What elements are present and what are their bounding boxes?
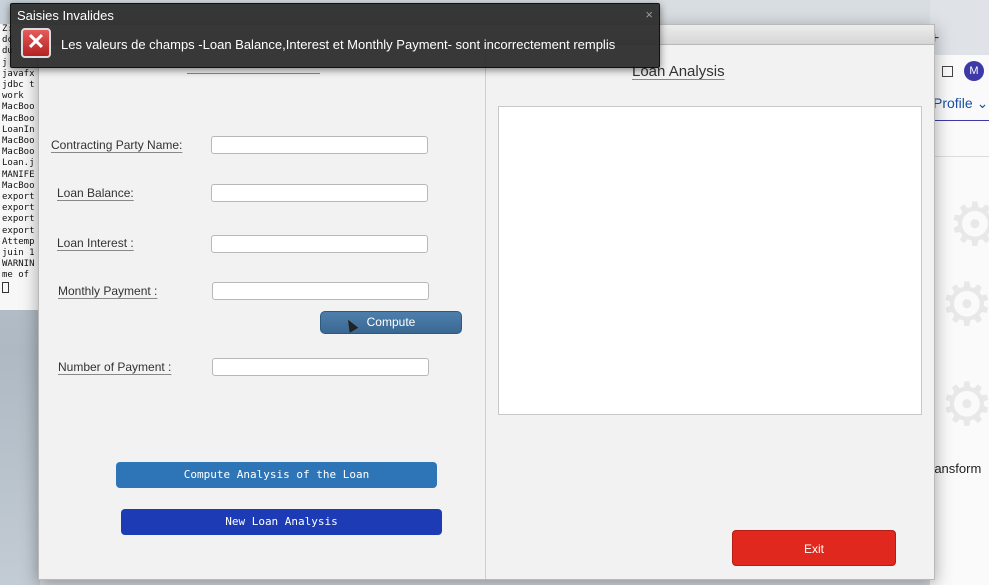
divider <box>930 156 989 157</box>
sidebar-toggle-icon[interactable] <box>942 66 953 77</box>
profile-menu[interactable]: Profile ⌄ <box>933 95 988 112</box>
gear-icon: ⚙ <box>940 371 989 438</box>
pane-divider <box>485 45 486 579</box>
compute-analysis-button[interactable]: Compute Analysis of the Loan <box>116 462 437 488</box>
analysis-output-area[interactable] <box>498 106 922 415</box>
loan-app-window: Contracting Party Name: Loan Balance: Lo… <box>38 24 935 580</box>
terminal-line: juin 1 <box>2 248 35 259</box>
terminal-line: export <box>2 225 35 236</box>
terminal-line: WARNIN <box>2 259 35 270</box>
terminal-line: javafx <box>2 68 35 79</box>
monthly-payment-input[interactable] <box>212 282 429 300</box>
terminal-line: export <box>2 192 35 203</box>
loan-interest-input[interactable] <box>211 235 428 253</box>
terminal-line: Attemp <box>2 236 35 247</box>
notification-message: Les valeurs de champs -Loan Balance,Inte… <box>61 37 616 52</box>
contracting-party-input[interactable] <box>211 136 428 154</box>
monthly-payment-label: Monthly Payment : <box>58 284 158 298</box>
chevron-down-icon: ⌄ <box>976 95 989 111</box>
avatar[interactable]: M <box>964 61 984 81</box>
terminal-line: me of <box>2 270 30 281</box>
contracting-party-label: Contracting Party Name: <box>51 138 183 152</box>
exit-button[interactable]: Exit <box>732 530 896 566</box>
loan-balance-label: Loan Balance: <box>57 186 134 200</box>
compute-button[interactable]: Compute <box>320 311 462 334</box>
error-icon: ✕ <box>21 28 51 58</box>
new-loan-analysis-button[interactable]: New Loan Analysis <box>121 509 442 535</box>
terminal-cursor <box>2 281 9 293</box>
terminal-line: export <box>2 203 35 214</box>
loan-balance-input[interactable] <box>211 184 428 202</box>
terminal-line: MacBoo <box>2 136 35 147</box>
number-of-payment-label: Number of Payment : <box>58 360 172 374</box>
divider <box>930 120 989 121</box>
error-notification: Saisies Invalides × ✕ Les valeurs de cha… <box>10 3 660 68</box>
terminal-line: MacBoo <box>2 102 35 113</box>
terminal-line: Loan.j <box>2 158 35 169</box>
terminal-line: MacBoo <box>2 180 35 191</box>
number-of-payment-input[interactable] <box>212 358 429 376</box>
terminal-line: jdbc t <box>2 80 35 91</box>
close-icon[interactable]: × <box>645 7 653 22</box>
terminal-line: MacBoo <box>2 147 35 158</box>
terminal-line: LoanIn <box>2 124 35 135</box>
notification-title: Saisies Invalides <box>17 8 114 23</box>
terminal-line: MANIFE <box>2 169 35 180</box>
gear-icon: ⚙ <box>940 271 989 338</box>
terminal-line: MacBoo <box>2 113 35 124</box>
terminal-line: work <box>2 91 24 102</box>
gear-icon: ⚙ <box>948 191 989 258</box>
profile-label: Profile <box>933 95 973 111</box>
background-text: ransform <box>930 461 982 476</box>
background-browser-window: + M Profile ⌄ ⚙ ⚙ ⚙ ransform <box>930 0 989 585</box>
loan-interest-label: Loan Interest : <box>57 236 134 250</box>
terminal-line: export <box>2 214 35 225</box>
